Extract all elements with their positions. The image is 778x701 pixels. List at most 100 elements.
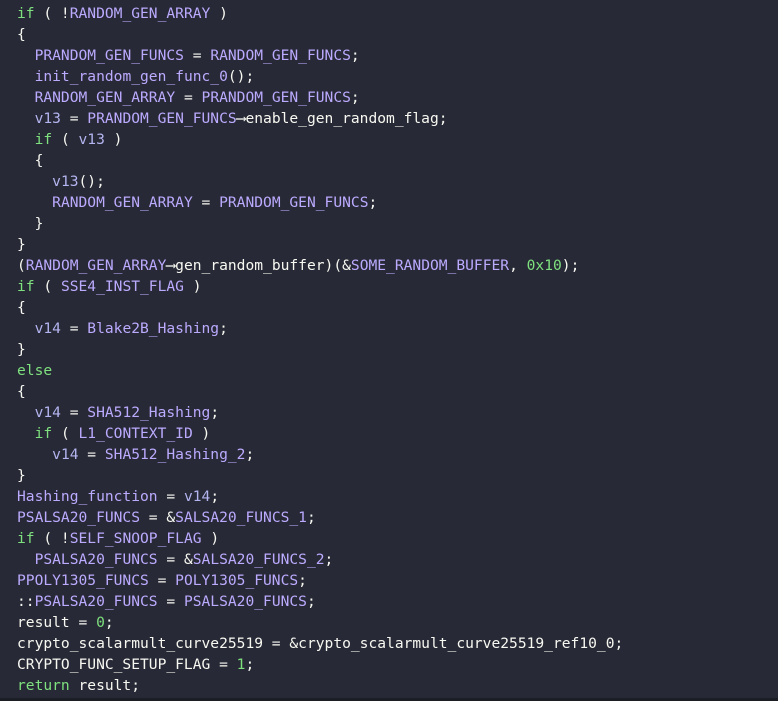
code-line[interactable]: CRYPTO_FUNC_SETUP_FLAG = 1; bbox=[0, 654, 778, 675]
code-text[interactable]: } bbox=[17, 215, 44, 232]
code-line[interactable]: { bbox=[0, 381, 778, 402]
pseudocode-view[interactable]: if ( !RANDOM_GEN_ARRAY ){ PRANDOM_GEN_FU… bbox=[0, 0, 778, 701]
number-literal[interactable]: 0x10 bbox=[527, 257, 562, 274]
code-text[interactable]: = & bbox=[158, 551, 192, 568]
code-line[interactable]: if ( !RANDOM_GEN_ARRAY ) bbox=[0, 3, 778, 24]
code-line[interactable]: RANDOM_GEN_ARRAY = PRANDOM_GEN_FUNCS; bbox=[0, 192, 778, 213]
code-line[interactable]: (RANDOM_GEN_ARRAY⟶gen_random_buffer)(&SO… bbox=[0, 255, 778, 276]
code-line[interactable]: { bbox=[0, 24, 778, 45]
code-text[interactable]: ; bbox=[298, 572, 307, 589]
global-symbol[interactable]: PSALSA20_FUNCS bbox=[184, 593, 307, 610]
code-text[interactable]: , bbox=[509, 257, 527, 274]
code-text[interactable]: ; bbox=[245, 656, 254, 673]
code-text[interactable]: { bbox=[17, 383, 26, 400]
code-text[interactable]: ( bbox=[52, 131, 78, 148]
code-text[interactable]: = & bbox=[140, 509, 175, 526]
local-variable[interactable]: v14 bbox=[35, 404, 61, 421]
code-text[interactable]: ; bbox=[351, 89, 360, 106]
global-symbol[interactable]: RANDOM_GEN_ARRAY bbox=[35, 89, 176, 106]
code-text[interactable]: ) bbox=[105, 131, 123, 148]
code-line[interactable]: if ( L1_CONTEXT_ID ) bbox=[0, 423, 778, 444]
code-text[interactable]: ⟶gen_random_buffer)(& bbox=[166, 257, 351, 274]
global-symbol[interactable]: Hashing_function bbox=[17, 488, 158, 505]
code-text[interactable]: { bbox=[17, 26, 26, 43]
global-symbol[interactable]: PPOLY1305_FUNCS bbox=[17, 572, 149, 589]
code-line[interactable]: ::PSALSA20_FUNCS = PSALSA20_FUNCS; bbox=[0, 591, 778, 612]
keyword[interactable]: else bbox=[17, 362, 52, 379]
code-line[interactable]: v14 = SHA512_Hashing; bbox=[0, 402, 778, 423]
code-text[interactable]: ) bbox=[202, 530, 219, 547]
code-text[interactable]: = bbox=[61, 404, 87, 421]
code-text[interactable]: ; bbox=[614, 635, 623, 652]
code-text[interactable]: ( bbox=[52, 425, 78, 442]
code-text[interactable]: = bbox=[158, 593, 184, 610]
code-line[interactable]: v13(); bbox=[0, 171, 778, 192]
code-text[interactable] bbox=[17, 89, 35, 106]
code-text[interactable]: ; bbox=[351, 47, 360, 64]
function-name[interactable]: crypto_scalarmult_curve25519_ref10_0 bbox=[298, 635, 614, 652]
code-text[interactable]: { bbox=[17, 152, 44, 169]
code-line[interactable]: } bbox=[0, 234, 778, 255]
code-text[interactable]: ; bbox=[219, 320, 228, 337]
code-text[interactable]: ; bbox=[245, 446, 254, 463]
global-symbol[interactable]: PRANDOM_GEN_FUNCS bbox=[35, 47, 184, 64]
code-text[interactable]: ) bbox=[184, 278, 202, 295]
global-symbol[interactable]: RANDOM_GEN_ARRAY bbox=[70, 5, 211, 22]
code-text[interactable]: ; bbox=[368, 194, 377, 211]
global-symbol[interactable]: RANDOM_GEN_FUNCS bbox=[210, 47, 351, 64]
local-variable[interactable]: v13 bbox=[35, 110, 61, 127]
global-symbol[interactable]: SHA512_Hashing bbox=[87, 404, 210, 421]
code-text[interactable]: } bbox=[17, 467, 26, 484]
code-line[interactable]: if ( !SELF_SNOOP_FLAG ) bbox=[0, 528, 778, 549]
code-line[interactable]: Hashing_function = v14; bbox=[0, 486, 778, 507]
local-variable[interactable]: v14 bbox=[184, 488, 210, 505]
code-text[interactable] bbox=[17, 194, 52, 211]
global-symbol[interactable]: SSE4_INST_FLAG bbox=[61, 278, 184, 295]
code-text[interactable]: ( bbox=[17, 257, 26, 274]
global-symbol[interactable]: PRANDOM_GEN_FUNCS bbox=[87, 110, 236, 127]
code-line[interactable]: } bbox=[0, 339, 778, 360]
global-symbol[interactable]: PSALSA20_FUNCS bbox=[35, 551, 158, 568]
code-line[interactable]: if ( v13 ) bbox=[0, 129, 778, 150]
code-text[interactable] bbox=[17, 425, 35, 442]
global-symbol[interactable]: SELF_SNOOP_FLAG bbox=[70, 530, 202, 547]
keyword[interactable]: if bbox=[17, 5, 35, 22]
code-text[interactable]: ( ! bbox=[35, 5, 69, 22]
code-line[interactable]: PSALSA20_FUNCS = &SALSA20_FUNCS_2; bbox=[0, 549, 778, 570]
code-line[interactable]: RANDOM_GEN_ARRAY = PRANDOM_GEN_FUNCS; bbox=[0, 87, 778, 108]
code-line[interactable]: { bbox=[0, 297, 778, 318]
code-line[interactable]: PSALSA20_FUNCS = &SALSA20_FUNCS_1; bbox=[0, 507, 778, 528]
code-text[interactable] bbox=[17, 404, 35, 421]
code-text[interactable]: ; bbox=[105, 614, 114, 631]
code-line[interactable]: PRANDOM_GEN_FUNCS = RANDOM_GEN_FUNCS; bbox=[0, 45, 778, 66]
code-text[interactable] bbox=[17, 551, 35, 568]
code-line[interactable]: return result; bbox=[0, 675, 778, 696]
global-symbol[interactable]: Blake2B_Hashing bbox=[87, 320, 219, 337]
code-line[interactable]: } bbox=[0, 213, 778, 234]
code-text[interactable]: ) bbox=[193, 425, 211, 442]
keyword[interactable]: if bbox=[17, 278, 35, 295]
code-text[interactable]: = bbox=[193, 194, 219, 211]
code-text[interactable]: :: bbox=[17, 593, 35, 610]
code-text[interactable] bbox=[17, 47, 35, 64]
global-symbol[interactable]: SHA512_Hashing_2 bbox=[105, 446, 246, 463]
code-text[interactable]: = bbox=[175, 89, 201, 106]
global-symbol[interactable]: PSALSA20_FUNCS bbox=[35, 593, 158, 610]
code-line[interactable]: v14 = Blake2B_Hashing; bbox=[0, 318, 778, 339]
code-line[interactable]: v13 = PRANDOM_GEN_FUNCS⟶enable_gen_rando… bbox=[0, 108, 778, 129]
code-text[interactable]: = bbox=[149, 572, 175, 589]
keyword[interactable]: if bbox=[35, 131, 53, 148]
code-text[interactable]: ; bbox=[307, 593, 316, 610]
code-text[interactable]: ; bbox=[210, 488, 219, 505]
code-line[interactable]: v14 = SHA512_Hashing_2; bbox=[0, 444, 778, 465]
code-text[interactable]: ⟶enable_gen_random_flag; bbox=[237, 110, 448, 127]
global-symbol[interactable]: L1_CONTEXT_ID bbox=[79, 425, 193, 442]
code-text[interactable] bbox=[17, 68, 35, 85]
code-text[interactable]: } bbox=[17, 341, 26, 358]
code-text[interactable]: } bbox=[17, 236, 26, 253]
code-text[interactable]: { bbox=[17, 299, 26, 316]
code-text[interactable]: (); bbox=[228, 68, 254, 85]
code-line[interactable]: else bbox=[0, 360, 778, 381]
code-text[interactable]: result bbox=[17, 614, 70, 631]
local-variable[interactable]: v14 bbox=[52, 446, 78, 463]
